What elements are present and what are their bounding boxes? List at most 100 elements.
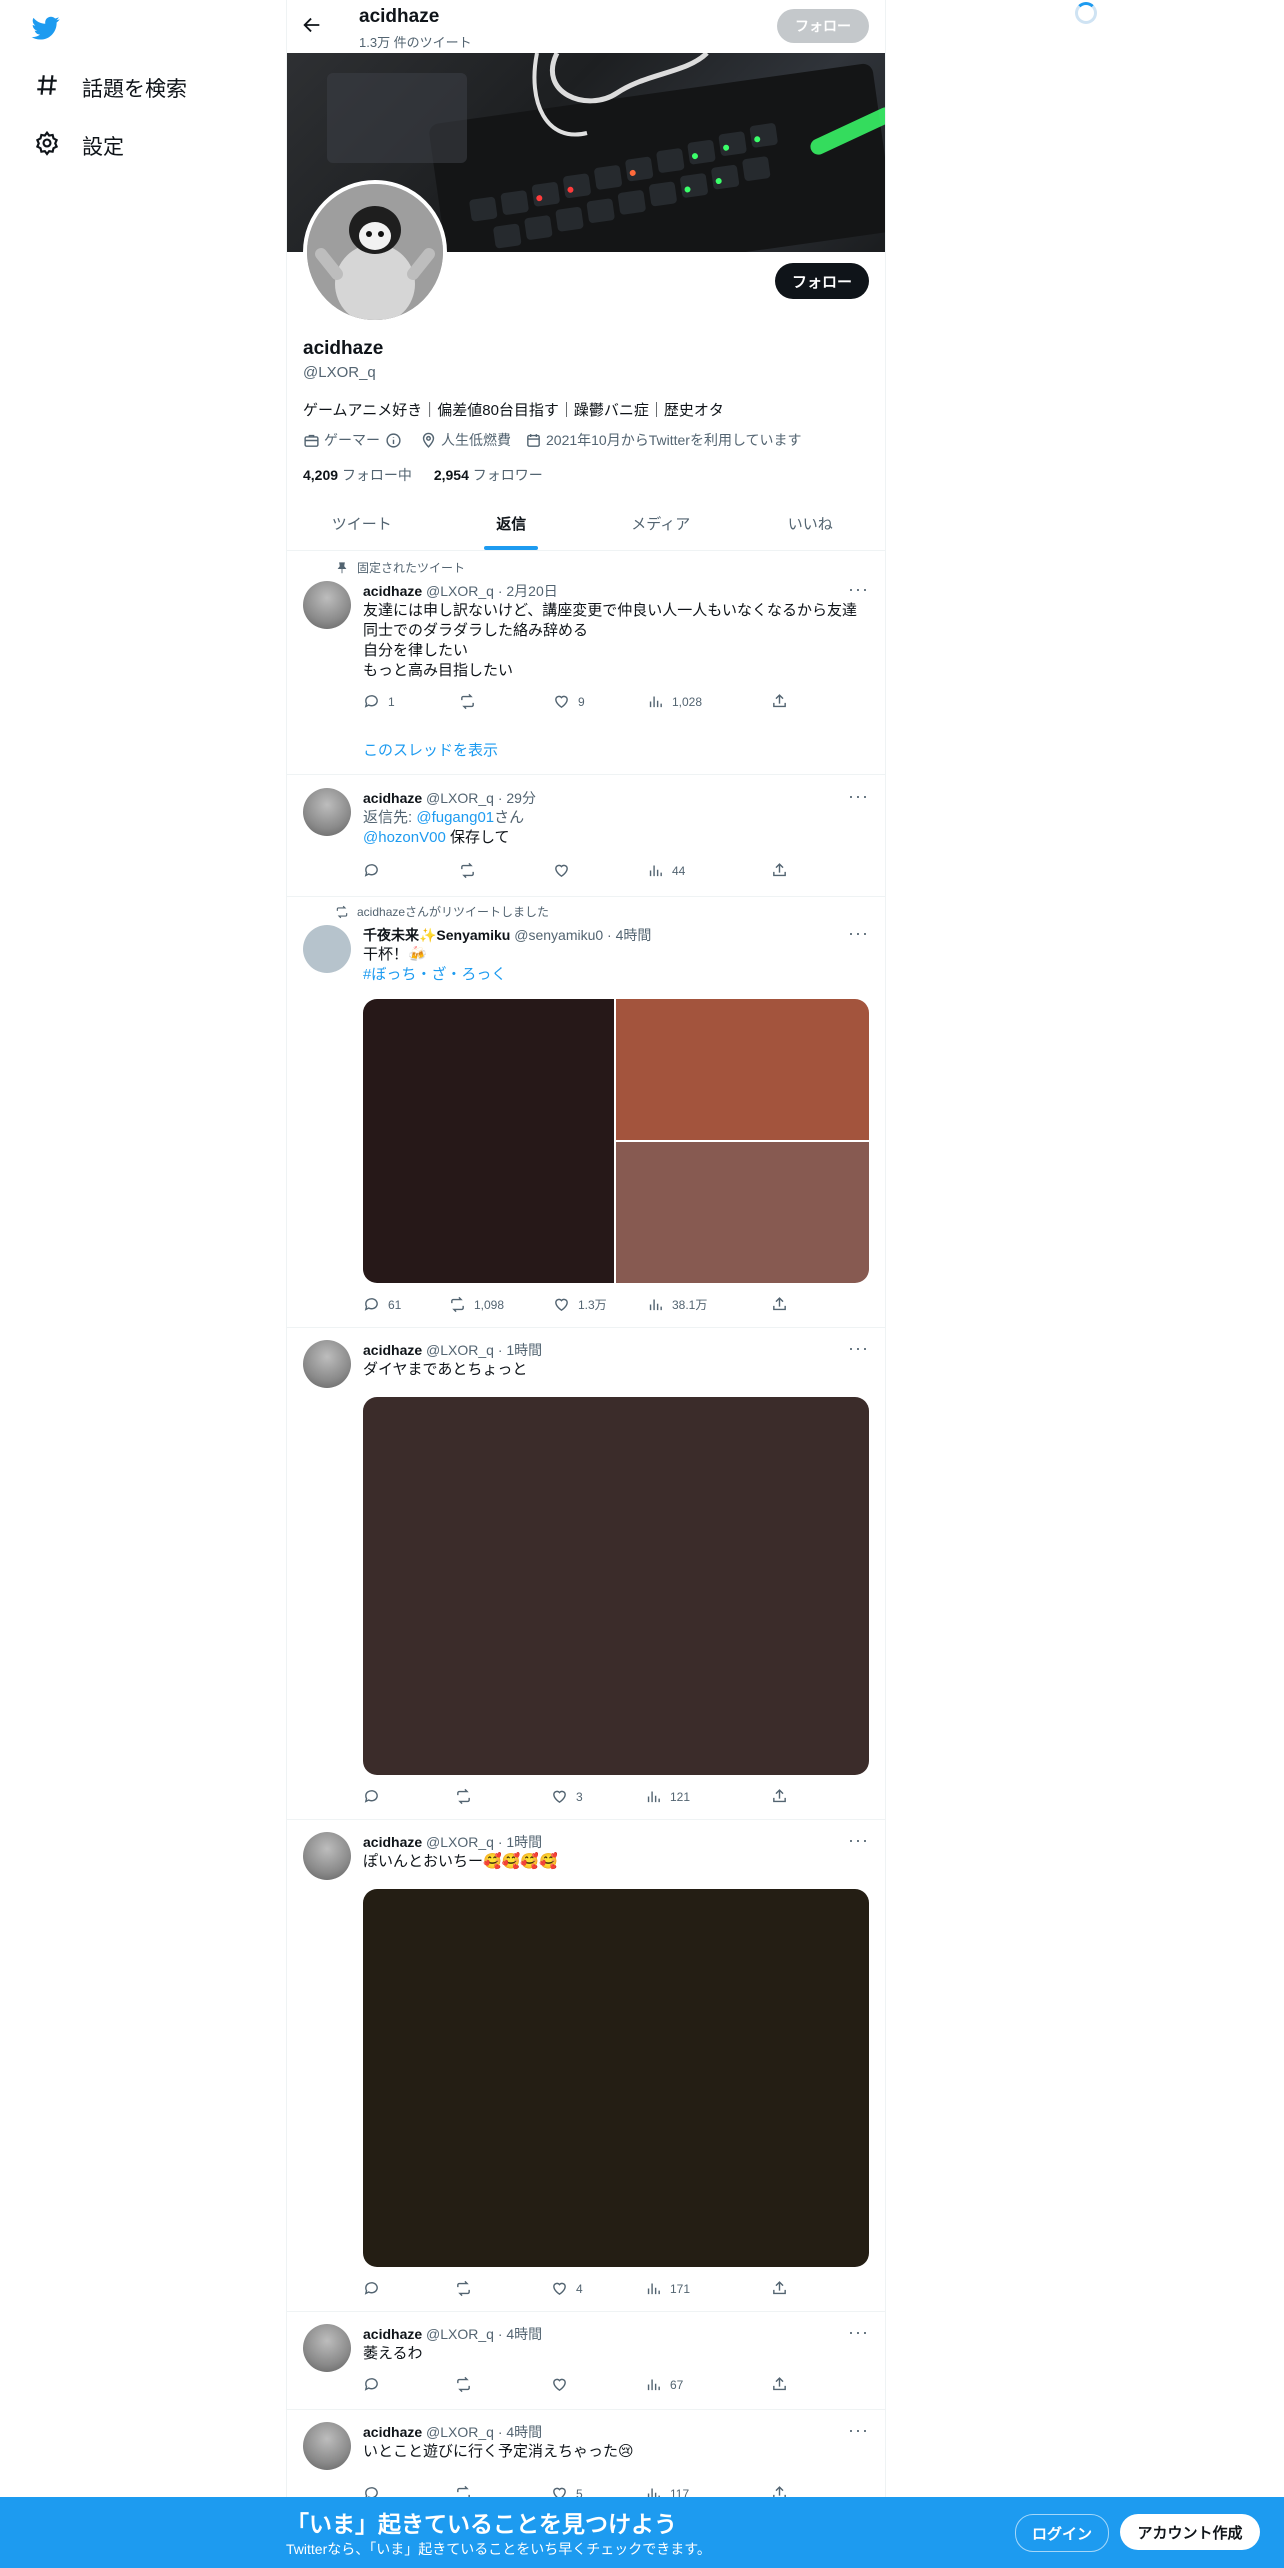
- tab-likes[interactable]: いいね: [736, 497, 886, 550]
- back-arrow-icon[interactable]: [301, 14, 325, 38]
- like-button[interactable]: 3: [551, 1788, 583, 1805]
- like-button[interactable]: 1.3万: [553, 1296, 607, 1313]
- retweet-button[interactable]: [455, 2280, 480, 2297]
- show-thread-link[interactable]: このスレッドを表示: [363, 739, 498, 760]
- tweet-item[interactable]: acidhaze @LXOR_q · 4時間 萎えるわ ··· 67: [287, 2312, 885, 2410]
- views-button[interactable]: 1,028: [647, 693, 702, 710]
- views-button[interactable]: 121: [645, 1788, 690, 1805]
- tweet-item[interactable]: acidhaze @LXOR_q · 1時間 ダイヤまであとちょっと ··· 3…: [287, 1328, 885, 1820]
- tweet-item[interactable]: acidhaze @LXOR_q · 4時間 いとこと遊びに行く予定消えちゃった…: [287, 2410, 885, 2508]
- tweet-author[interactable]: acidhaze: [363, 1342, 422, 1358]
- mention-link[interactable]: @hozonV00: [363, 829, 446, 846]
- views-button[interactable]: 44: [647, 862, 685, 879]
- tweet-avatar[interactable]: [303, 925, 351, 973]
- tweet-author[interactable]: acidhaze: [363, 2424, 422, 2440]
- tweet-author[interactable]: acidhaze: [363, 583, 422, 599]
- like-button[interactable]: [553, 862, 578, 879]
- tab-replies[interactable]: 返信: [437, 497, 587, 550]
- profile-category: ゲーマー: [303, 430, 406, 450]
- pin-icon: [337, 561, 347, 573]
- reply-button[interactable]: [363, 1788, 388, 1805]
- analytics-icon: [649, 1299, 662, 1311]
- views-button[interactable]: 38.1万: [647, 1296, 707, 1313]
- share-button[interactable]: [771, 693, 788, 710]
- profile-header-bar: acidhaze 1.3万 件のツイート フォロー: [287, 0, 885, 53]
- nav-settings[interactable]: 設定: [34, 130, 124, 162]
- reply-button[interactable]: 61: [363, 1296, 401, 1313]
- tweet-media-grid[interactable]: [363, 999, 869, 1283]
- retweet-button[interactable]: 1,098: [449, 1296, 504, 1313]
- tweet-author[interactable]: acidhaze: [363, 2326, 422, 2342]
- follow-button[interactable]: フォロー: [775, 263, 869, 299]
- info-icon[interactable]: [385, 432, 402, 449]
- share-button[interactable]: [771, 1296, 788, 1313]
- profile-tabs: ツイート 返信 メディア いいね: [287, 497, 885, 551]
- following-link[interactable]: 4,209 フォロー中: [303, 467, 412, 483]
- more-options-icon[interactable]: ···: [848, 1338, 869, 1359]
- tweet-avatar[interactable]: [303, 581, 351, 629]
- twitter-logo-icon[interactable]: [30, 14, 70, 44]
- tweet-avatar[interactable]: [303, 2422, 351, 2470]
- more-options-icon[interactable]: ···: [848, 2420, 869, 2441]
- nav-explore[interactable]: 話題を検索: [34, 72, 187, 104]
- nav-explore-label: 話題を検索: [82, 78, 187, 101]
- login-button[interactable]: ログイン: [1015, 2514, 1109, 2552]
- like-button[interactable]: 9: [553, 693, 585, 710]
- tweet-avatar[interactable]: [303, 2324, 351, 2372]
- reply-to-mention[interactable]: @fugang01: [416, 809, 494, 826]
- retweet-button[interactable]: [455, 2376, 480, 2393]
- tweet-image[interactable]: [363, 1397, 869, 1775]
- tweet-image[interactable]: [363, 1889, 869, 2267]
- tweet-image[interactable]: [616, 999, 869, 1140]
- retweet-button[interactable]: [455, 1788, 480, 1805]
- signup-banner-title: 「いま」起きていることを見つけよう: [286, 2511, 677, 2537]
- reply-button[interactable]: [363, 2376, 388, 2393]
- tweet-author[interactable]: acidhaze: [363, 1834, 422, 1850]
- tweet-item[interactable]: acidhaze @LXOR_q · 1時間 ぽいんとおいちー🥰🥰🥰🥰 ··· …: [287, 1820, 885, 2312]
- header-follow-button[interactable]: フォロー: [777, 9, 869, 43]
- tweet-author[interactable]: 千夜未来✨Senyamiku: [363, 927, 510, 943]
- tweet-author[interactable]: acidhaze: [363, 790, 422, 806]
- more-options-icon[interactable]: ···: [848, 786, 869, 807]
- reply-button[interactable]: [363, 2280, 388, 2297]
- more-options-icon[interactable]: ···: [848, 2322, 869, 2343]
- views-button[interactable]: 67: [645, 2376, 683, 2393]
- tweet-avatar[interactable]: [303, 1340, 351, 1388]
- retweet-button[interactable]: [459, 862, 484, 879]
- signup-banner: 「いま」起きていることを見つけよう Twitterなら、「いま」起きていることを…: [0, 2497, 1284, 2568]
- hashtag-link[interactable]: #ぼっち・ざ・ろっく: [363, 965, 869, 985]
- profile-bio: ゲームアニメ好き｜偏差値80台目指す｜躁鬱バニ症｜歴史オタ: [303, 402, 724, 419]
- heart-icon: [555, 695, 568, 709]
- tweet-item[interactable]: 固定されたツイート acidhaze @LXOR_q · 2月20日 友達には申…: [287, 551, 885, 775]
- tweet-item[interactable]: acidhaze @LXOR_q · 29分 返信先: @fugang01さん …: [287, 775, 885, 897]
- tab-media[interactable]: メディア: [586, 497, 736, 550]
- reply-icon: [364, 2378, 378, 2391]
- profile-avatar[interactable]: [303, 180, 447, 324]
- create-account-button[interactable]: アカウント作成: [1120, 2514, 1260, 2550]
- reply-button[interactable]: [363, 862, 388, 879]
- share-button[interactable]: [771, 2280, 788, 2297]
- tweet-avatar[interactable]: [303, 788, 351, 836]
- retweet-icon: [457, 2280, 470, 2297]
- followers-link[interactable]: 2,954 フォロワー: [434, 467, 543, 483]
- share-button[interactable]: [771, 1788, 788, 1805]
- tweet-avatar[interactable]: [303, 1832, 351, 1880]
- more-options-icon[interactable]: ···: [848, 1830, 869, 1851]
- tweet-header: acidhaze @LXOR_q · 29分: [363, 790, 536, 806]
- like-button[interactable]: [551, 2376, 576, 2393]
- tweet-item[interactable]: acidhazeさんがリツイートしました 千夜未来✨Senyamiku @sen…: [287, 897, 885, 1328]
- reply-icon: [364, 695, 378, 708]
- share-button[interactable]: [771, 2376, 788, 2393]
- retweet-button[interactable]: [459, 693, 484, 710]
- share-icon: [773, 2377, 786, 2391]
- tweet-image[interactable]: [616, 1142, 869, 1283]
- reply-button[interactable]: 1: [363, 693, 395, 710]
- more-options-icon[interactable]: ···: [848, 923, 869, 944]
- reply-to-line: 返信先: @fugang01さん: [363, 809, 525, 826]
- share-button[interactable]: [771, 862, 788, 879]
- views-button[interactable]: 171: [645, 2280, 690, 2297]
- tweet-image[interactable]: [363, 999, 614, 1283]
- more-options-icon[interactable]: ···: [848, 579, 869, 600]
- tab-tweets[interactable]: ツイート: [287, 497, 437, 550]
- like-button[interactable]: 4: [551, 2280, 583, 2297]
